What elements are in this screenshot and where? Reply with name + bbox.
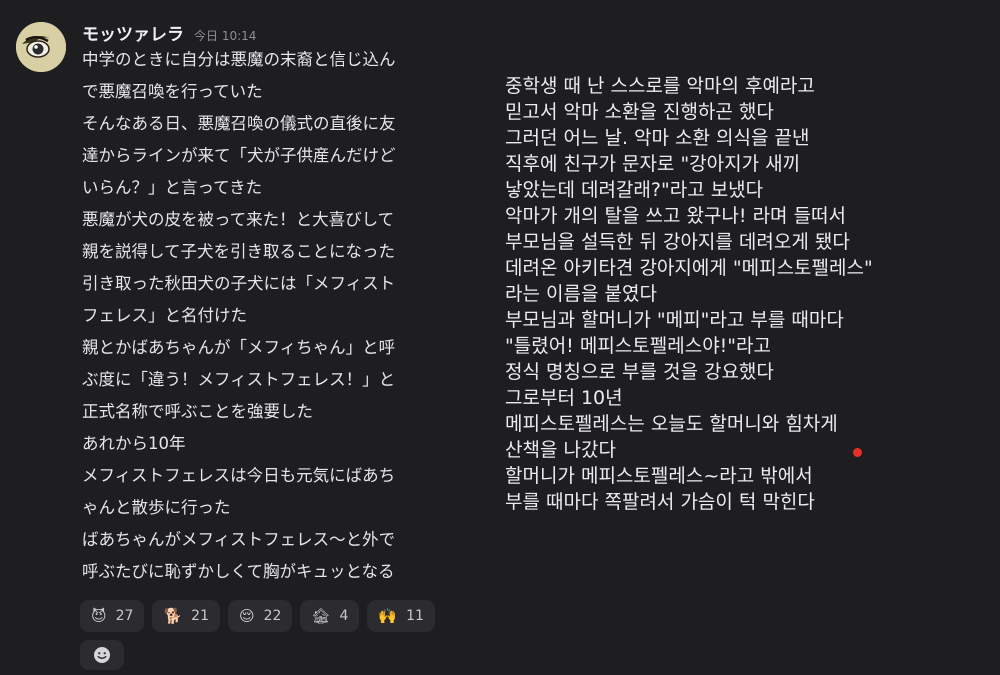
add-reaction-button[interactable] <box>80 640 124 670</box>
reaction-count: 22 <box>263 608 282 624</box>
translation-line: 낳았는데 데려갈래?"라고 보냈다 <box>505 179 764 201</box>
translation-line: 라는 이름을 붙였다 <box>505 283 657 305</box>
translation-line: 악마가 개의 탈을 쓰고 왔구나! 라며 들떠서 <box>505 205 847 227</box>
reaction-devil[interactable]: 😈 27 <box>80 600 145 632</box>
translation-line: 부모님을 설득한 뒤 강아지를 데려오게 됐다 <box>505 231 850 253</box>
avatar[interactable] <box>16 22 66 72</box>
timestamp: 今日 10:14 <box>194 29 257 43</box>
devil-icon: 😈 <box>91 606 107 625</box>
translation-line: 메피스토펠레스는 오늘도 할머니와 힘차게 <box>505 413 838 435</box>
message-line: フェレス」と名付けた <box>82 306 247 325</box>
reaction-house[interactable]: 🏚 4 <box>300 600 360 632</box>
message-line: 呼ぶたびに恥ずかしくて胸がキュッとなる <box>82 562 395 581</box>
translation-text: 중학생 때 난 스스로를 악마의 후예라고 믿고서 악마 소환을 진행하곤 했다… <box>505 73 985 515</box>
message-line: 悪魔が犬の皮を被って来た！と大喜びして <box>82 210 395 229</box>
message-line: 引き取った秋田犬の子犬には「メフィスト <box>82 274 396 293</box>
reaction-dog[interactable]: 🐕 21 <box>152 600 220 632</box>
relieved-face-icon: 😌 <box>238 606 255 625</box>
reaction-relieved[interactable]: 😌 22 <box>227 600 293 632</box>
message-line: ばあちゃんがメフィストフェレス〜と外で <box>82 530 396 549</box>
translation-line: "틀렸어! 메피스토펠레스야!"라고 <box>505 335 771 357</box>
message-line: 親とかばあちゃんが「メフィちゃん」と呼 <box>82 338 396 357</box>
username[interactable]: モッツァレラ <box>82 20 184 45</box>
house-icon: 🏚 <box>311 606 331 625</box>
translation-line: 직후에 친구가 문자로 "강아지가 새끼 <box>505 153 801 175</box>
message-line: で悪魔召喚を行っていた <box>82 82 263 101</box>
red-dot-marker <box>853 448 862 457</box>
message-body: 中学のときに自分は悪魔の末裔と信じ込ん で悪魔召喚を行っていた そんなある日、悪… <box>82 44 482 588</box>
translation-line: 그러던 어느 날. 악마 소환 의식을 끝낸 <box>505 127 810 149</box>
raised-hands-icon: 🙌 <box>378 606 398 625</box>
reaction-count: 11 <box>406 608 424 624</box>
message-line: あれから10年 <box>82 434 186 453</box>
reaction-count: 21 <box>191 608 209 624</box>
translation-line: 할머니가 메피스토펠레스~라고 밖에서 <box>505 465 813 487</box>
reaction-count: 27 <box>115 608 134 624</box>
avatar-image <box>16 22 66 72</box>
translation-line: 부를 때마다 쪽팔려서 가슴이 턱 막힌다 <box>505 491 815 513</box>
dog-icon: 🐕 <box>163 606 183 625</box>
message-line: 親を説得して子犬を引き取ることになった <box>82 242 396 261</box>
message-line: 達からラインが来て「犬が子供産んだけど <box>82 146 396 165</box>
translation-line: 정식 명칭으로 부를 것을 강요했다 <box>505 361 774 383</box>
translation-line: 산책을 나갔다 <box>505 439 616 461</box>
translation-line: 믿고서 악마 소환을 진행하곤 했다 <box>505 101 774 123</box>
reaction-bar: 😈 27 🐕 21 😌 22 🏚 4 🙌 11 <box>80 600 435 632</box>
smiley-icon <box>94 647 110 663</box>
translation-line: 중학생 때 난 스스로를 악마의 후예라고 <box>505 75 815 97</box>
message-line: ぶ度に「違う！メフィストフェレス！」と <box>82 370 396 389</box>
reaction-raised-hands[interactable]: 🙌 11 <box>367 600 435 632</box>
message-line: メフィストフェレスは今日も元気にばあち <box>82 466 396 485</box>
message-line: 正式名称で呼ぶことを強要した <box>82 402 313 421</box>
translation-line: 데려온 아키타견 강아지에게 "메피스토펠레스" <box>505 257 873 279</box>
reaction-count: 4 <box>339 608 349 624</box>
translation-line: 그로부터 10년 <box>505 387 623 409</box>
message-line: そんなある日、悪魔召喚の儀式の直後に友 <box>82 114 396 133</box>
message-line: 中学のときに自分は悪魔の末裔と信じ込ん <box>82 50 396 69</box>
message-line: ゃんと散歩に行った <box>82 498 231 517</box>
post-header: モッツァレラ 今日 10:14 <box>82 20 257 45</box>
message-line: いらん？」と言ってきた <box>82 178 263 197</box>
translation-line: 부모님과 할머니가 "메피"라고 부를 때마다 <box>505 309 844 331</box>
